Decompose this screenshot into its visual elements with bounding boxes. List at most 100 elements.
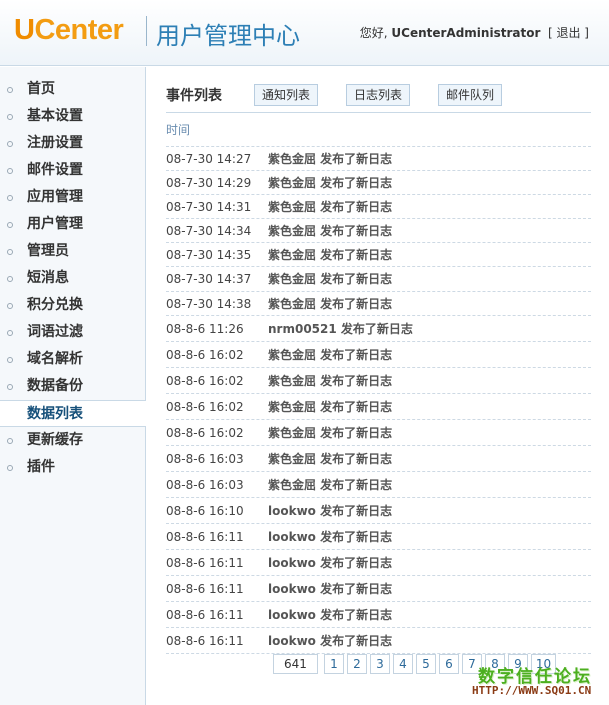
table-row: 08-7-30 14:31 紫色金屈 发布了新日志 <box>166 195 591 220</box>
table-row: 08-7-30 14:38 紫色金屈 发布了新日志 <box>166 292 591 316</box>
event-text: lookwo 发布了新日志 <box>268 607 393 622</box>
sidebar-item[interactable]: 短消息 <box>0 265 145 292</box>
sidebar-item-label: 数据备份 <box>27 378 83 394</box>
sidebar-item[interactable]: 数据备份 <box>0 373 145 400</box>
event-text: 紫色金屈 发布了新日志 <box>268 176 393 191</box>
watermark-url: HTTP://WWW.SQ01.CN <box>472 684 592 697</box>
tab-log-list[interactable]: 日志列表 <box>346 84 411 106</box>
table-row: 08-8-6 16:02 紫色金屈 发布了新日志 <box>166 342 591 368</box>
bullet-icon <box>7 249 13 255</box>
bullet-icon <box>7 438 13 444</box>
event-time: 08-7-30 14:38 <box>166 296 252 311</box>
page-link[interactable]: 2 <box>346 654 367 674</box>
header-divider <box>146 16 147 46</box>
bullet-icon <box>7 330 13 336</box>
event-time: 08-8-6 16:11 <box>166 633 244 648</box>
tab-mail-queue[interactable]: 邮件队列 <box>438 84 503 106</box>
event-text: 紫色金屈 发布了新日志 <box>268 296 393 311</box>
event-text: 紫色金屈 发布了新日志 <box>268 373 393 388</box>
event-time: 08-7-30 14:37 <box>166 272 252 287</box>
event-text: lookwo 发布了新日志 <box>268 581 393 596</box>
bullet-icon <box>7 222 13 228</box>
event-text: 紫色金屈 发布了新日志 <box>268 224 393 239</box>
sidebar-item-label: 插件 <box>27 459 55 475</box>
watermark: 数字信任论坛 HTTP://WWW.SQ01.CN <box>470 662 609 705</box>
table-row: 08-7-30 14:27 紫色金屈 发布了新日志 <box>166 147 591 172</box>
event-time: 08-8-6 16:10 <box>166 503 244 518</box>
sidebar-item[interactable]: 管理员 <box>0 238 145 265</box>
sidebar-item-label: 域名解析 <box>27 351 83 367</box>
event-text: lookwo 发布了新日志 <box>268 633 393 648</box>
sidebar-item[interactable]: 应用管理 <box>0 184 145 211</box>
bullet-icon <box>7 141 13 147</box>
sidebar-item-label: 更新缓存 <box>27 432 83 448</box>
table-row: 08-7-30 14:35 紫色金屈 发布了新日志 <box>166 243 591 268</box>
event-time: 08-8-6 16:02 <box>166 347 244 362</box>
sidebar-item[interactable]: 插件 <box>0 454 145 481</box>
bullet-icon <box>7 465 13 471</box>
tab-notice-list[interactable]: 通知列表 <box>254 84 319 106</box>
page-link[interactable]: 4 <box>392 654 413 674</box>
event-text: 紫色金屈 发布了新日志 <box>268 272 393 287</box>
table-row: 08-7-30 14:37 紫色金屈 发布了新日志 <box>166 267 591 292</box>
event-time: 08-7-30 14:34 <box>166 224 252 239</box>
sidebar-item[interactable]: 积分兑换 <box>0 292 145 319</box>
greeting-text: 您好, <box>359 26 388 40</box>
bullet-icon <box>7 384 13 390</box>
event-time: 08-7-30 14:29 <box>166 176 252 191</box>
user-greeting: 您好, UCenterAdministrator [ 退出 ] <box>360 24 589 41</box>
event-text: 紫色金屈 发布了新日志 <box>268 399 393 414</box>
table-row: 08-8-6 16:02 紫色金屈 发布了新日志 <box>166 420 591 446</box>
sidebar-item-label: 用户管理 <box>27 216 83 232</box>
ucenter-logo[interactable]: UCenter <box>14 14 124 47</box>
page-link[interactable]: 5 <box>415 654 436 674</box>
username: UCenterAdministrator <box>391 26 541 40</box>
sidebar-item-label: 邮件设置 <box>27 162 83 178</box>
sidebar-item-label: 数据列表 <box>27 406 83 422</box>
sidebar-item-label: 管理员 <box>27 243 69 259</box>
event-text: lookwo 发布了新日志 <box>268 529 393 544</box>
sidebar-item[interactable]: 用户管理 <box>0 211 145 238</box>
table-row: 08-8-6 16:11 lookwo 发布了新日志 <box>166 576 591 602</box>
page-link[interactable]: 3 <box>369 654 390 674</box>
table-row: 08-7-30 14:34 紫色金屈 发布了新日志 <box>166 219 591 244</box>
page-link[interactable]: 1 <box>323 654 344 674</box>
table-row: 08-8-6 16:11 lookwo 发布了新日志 <box>166 550 591 576</box>
logout-link[interactable]: [ 退出 ] <box>548 26 589 40</box>
event-text: lookwo 发布了新日志 <box>268 555 393 570</box>
page-link[interactable]: 6 <box>438 654 459 674</box>
bullet-icon <box>7 114 13 120</box>
sidebar-item[interactable]: 邮件设置 <box>0 157 145 184</box>
table-row: 08-7-30 14:29 紫色金屈 发布了新日志 <box>166 171 591 196</box>
event-time: 08-8-6 16:03 <box>166 477 244 492</box>
sidebar-item-label: 词语过滤 <box>27 324 83 340</box>
bullet-icon <box>7 87 13 93</box>
table-row: 08-8-6 16:02 紫色金屈 发布了新日志 <box>166 394 591 420</box>
sidebar-item-label: 短消息 <box>27 270 69 286</box>
table-row: 08-8-6 16:11 lookwo 发布了新日志 <box>166 628 591 654</box>
table-row: 08-8-6 16:03 紫色金屈 发布了新日志 <box>166 446 591 472</box>
record-count: 641 <box>273 654 318 674</box>
sidebar-item-label: 注册设置 <box>27 135 83 151</box>
event-text: 紫色金屈 发布了新日志 <box>268 451 393 466</box>
event-time: 08-7-30 14:27 <box>166 152 252 166</box>
sidebar-item[interactable]: 更新缓存 <box>0 427 145 454</box>
sidebar-item[interactable]: 注册设置 <box>0 130 145 157</box>
sidebar-item[interactable]: 域名解析 <box>0 346 145 373</box>
column-header-time: 时间 <box>166 113 591 147</box>
sidebar-item[interactable]: 数据列表 <box>0 400 146 427</box>
event-text: 紫色金屈 发布了新日志 <box>268 200 393 215</box>
sidebar-item[interactable]: 基本设置 <box>0 103 145 130</box>
sidebar-item-label: 首页 <box>27 81 55 97</box>
event-text: 紫色金屈 发布了新日志 <box>268 347 393 362</box>
event-time: 08-7-30 14:35 <box>166 248 252 263</box>
event-text: 紫色金屈 发布了新日志 <box>268 425 393 440</box>
sidebar-item[interactable]: 词语过滤 <box>0 319 145 346</box>
sidebar-item-label: 应用管理 <box>27 189 83 205</box>
tab-event-list[interactable]: 事件列表 <box>166 85 222 105</box>
event-time: 08-8-6 16:03 <box>166 451 244 466</box>
event-time: 08-8-6 16:02 <box>166 425 244 440</box>
sidebar-item[interactable]: 首页 <box>0 76 145 103</box>
table-row: 08-8-6 16:11 lookwo 发布了新日志 <box>166 524 591 550</box>
page-title: 用户管理中心 <box>156 22 300 50</box>
